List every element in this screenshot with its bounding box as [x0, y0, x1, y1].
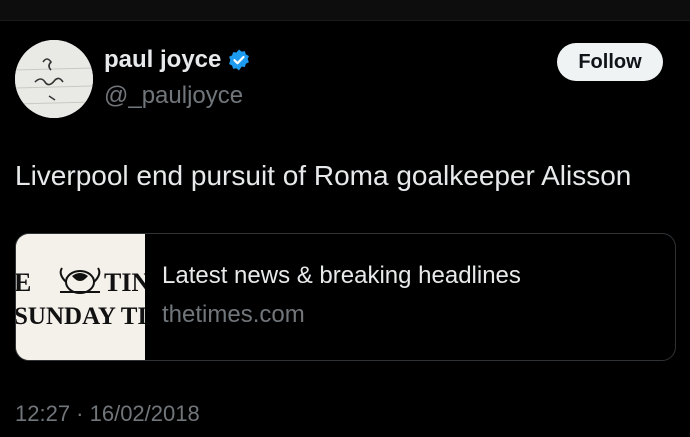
masthead-line1-left: E: [16, 268, 31, 297]
times-masthead-image: E TIN SUNDAY TI: [16, 234, 145, 360]
link-card-title[interactable]: Latest news & breaking headlines: [162, 262, 521, 290]
top-bar: [0, 0, 690, 21]
follow-button[interactable]: Follow: [557, 43, 663, 81]
author-handle[interactable]: @_pauljoyce: [104, 82, 243, 110]
link-card[interactable]: E TIN SUNDAY TI Latest news & breaking h…: [15, 233, 676, 361]
author-name[interactable]: paul joyce: [104, 46, 221, 74]
avatar-image: [15, 40, 93, 118]
link-card-domain[interactable]: thetimes.com: [162, 301, 305, 329]
masthead-line1-right: TIN: [104, 268, 145, 297]
tweet-text: Liverpool end pursuit of Roma goalkeeper…: [15, 160, 632, 191]
tweet-timestamp[interactable]: 12:27 · 16/02/2018: [15, 401, 200, 427]
author-name-row[interactable]: paul joyce: [104, 46, 251, 74]
avatar[interactable]: [15, 40, 93, 118]
verified-badge-icon: [227, 48, 251, 72]
masthead-line2: SUNDAY TI: [16, 303, 145, 330]
link-card-thumbnail: E TIN SUNDAY TI: [16, 234, 145, 360]
